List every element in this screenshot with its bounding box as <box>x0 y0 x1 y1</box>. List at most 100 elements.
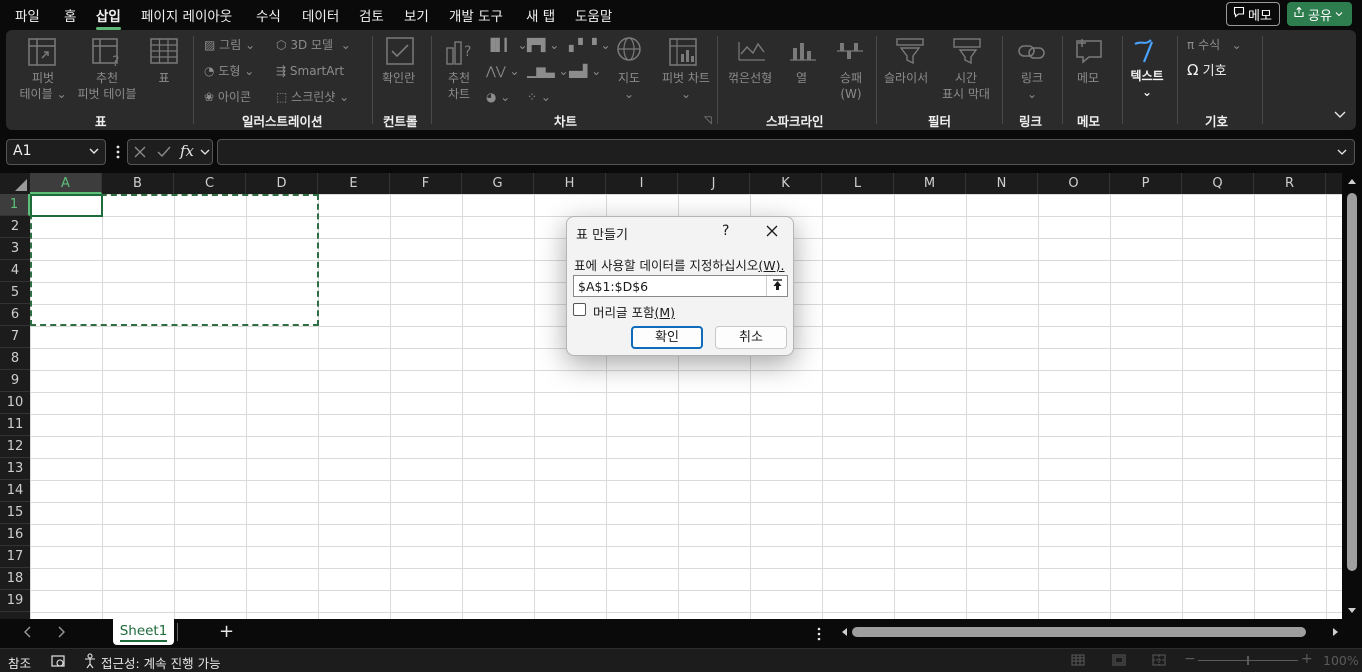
comments-button[interactable]: 메모 <box>1226 2 1280 26</box>
scroll-up-icon[interactable] <box>1347 177 1357 185</box>
column-header[interactable]: C <box>174 173 246 194</box>
column-header[interactable]: N <box>966 173 1038 194</box>
help-button[interactable]: ? <box>722 223 729 239</box>
menu-review[interactable]: 검토 <box>359 5 384 25</box>
vertical-scroll-thumb[interactable] <box>1347 193 1357 571</box>
row-header[interactable]: 2 <box>0 216 30 238</box>
page-layout-view-icon[interactable] <box>1112 654 1126 666</box>
column-header[interactable]: J <box>678 173 750 194</box>
checkbox-control-button[interactable]: 확인란 <box>382 70 415 86</box>
column-header[interactable]: K <box>750 173 822 194</box>
column-header[interactable]: P <box>1110 173 1182 194</box>
slicer-button[interactable]: 슬라이서 <box>884 70 928 86</box>
3d-models-button[interactable]: ⬡ 3D 모델 ⌄ <box>276 37 351 53</box>
hierarchy-chart-button[interactable]: ▛▜ ⌄ <box>527 37 559 53</box>
combo-chart-button[interactable]: ▄▟ ⌄ <box>569 63 601 79</box>
menu-developer[interactable]: 개발 도구 <box>449 5 503 25</box>
pivot-table-button[interactable]: 피벗 테이블 ⌄ <box>19 70 67 102</box>
collapse-ribbon-icon[interactable] <box>1333 110 1347 120</box>
column-header[interactable]: O <box>1038 173 1110 194</box>
sparkline-column-button[interactable]: 열 <box>796 70 807 86</box>
menu-data[interactable]: 데이터 <box>302 5 339 25</box>
column-header[interactable]: G <box>462 173 534 194</box>
horizontal-scroll-thumb[interactable] <box>852 627 1306 637</box>
accessibility-status[interactable]: 접근성: 계속 진행 가능 <box>101 653 221 672</box>
timeline-button[interactable]: 시간 표시 막대 <box>938 70 994 102</box>
row-header[interactable]: 6 <box>0 304 30 326</box>
column-header[interactable]: M <box>894 173 966 194</box>
chevron-left-icon[interactable] <box>23 626 33 638</box>
zoom-slider-thumb[interactable] <box>1247 656 1249 665</box>
select-all-corner[interactable] <box>0 173 30 194</box>
column-header[interactable]: E <box>318 173 390 194</box>
scroll-down-icon[interactable] <box>1347 607 1357 615</box>
menu-new-tab[interactable]: 새 탭 <box>526 5 555 25</box>
zoom-in-button[interactable]: + <box>1301 651 1313 667</box>
scroll-right-icon[interactable] <box>1332 627 1340 637</box>
icons-button[interactable]: ❀ 아이콘 <box>204 89 251 105</box>
page-break-view-icon[interactable] <box>1152 654 1166 666</box>
collapse-dialog-icon[interactable] <box>766 276 787 296</box>
menu-page-layout[interactable]: 페이지 레이아웃 <box>141 5 232 25</box>
scroll-left-icon[interactable] <box>840 627 848 637</box>
row-header[interactable]: 18 <box>0 568 30 590</box>
zoom-level[interactable]: 100% <box>1323 653 1359 668</box>
insert-function-icon[interactable]: fx <box>180 142 194 160</box>
pivot-chart-button[interactable]: 피벗 차트 ⌄ <box>654 70 718 102</box>
pie-chart-button[interactable]: ◕ ⌄ <box>486 89 510 105</box>
table-button[interactable]: 표 <box>154 70 174 86</box>
active-cell[interactable] <box>30 194 103 217</box>
picture-button[interactable]: ▨ 그림 ⌄ <box>204 37 255 53</box>
chevron-right-icon[interactable] <box>56 626 66 638</box>
row-header[interactable]: 15 <box>0 502 30 524</box>
screenshot-button[interactable]: ⬚ 스크린샷 ⌄ <box>276 89 349 105</box>
row-header[interactable]: 1 <box>0 194 30 216</box>
column-chart-button[interactable]: ▐▌▎ ⌄ <box>486 37 528 53</box>
charts-dialog-launcher[interactable]: ◹ <box>704 113 712 129</box>
menu-home[interactable]: 홈 <box>64 5 76 25</box>
macro-recording-icon[interactable] <box>51 654 67 668</box>
row-header[interactable]: 12 <box>0 436 30 458</box>
row-header[interactable]: 11 <box>0 414 30 436</box>
cancel-entry-icon[interactable] <box>133 145 147 159</box>
row-header[interactable]: 9 <box>0 370 30 392</box>
formula-input[interactable] <box>217 139 1355 165</box>
normal-view-icon[interactable] <box>1071 654 1085 666</box>
sheet-tab-sheet1[interactable]: Sheet1 <box>113 619 174 645</box>
expand-formula-bar-icon[interactable] <box>1336 146 1348 158</box>
horizontal-scrollbar[interactable] <box>838 624 1344 640</box>
sparkline-line-button[interactable]: 꺾은선형 <box>728 70 772 86</box>
maps-button[interactable]: 지도 ⌄ <box>616 70 642 102</box>
sparkline-winloss-button[interactable]: 승패 (W) <box>834 70 868 102</box>
recommended-charts-button[interactable]: 추천 차트 <box>444 70 474 102</box>
column-header[interactable]: Q <box>1182 173 1254 194</box>
row-header[interactable]: 3 <box>0 238 30 260</box>
ok-button[interactable]: 확인 <box>631 326 703 349</box>
row-header[interactable]: 4 <box>0 260 30 282</box>
close-icon[interactable] <box>764 221 780 239</box>
cancel-button[interactable]: 취소 <box>715 326 787 349</box>
shapes-button[interactable]: ◔ 도형 ⌄ <box>204 63 254 79</box>
text-button[interactable]: 텍스트 ⌄ <box>1127 68 1167 100</box>
headers-checkbox[interactable] <box>573 303 586 316</box>
column-header[interactable]: A <box>30 173 102 194</box>
share-button[interactable]: 공유 <box>1287 2 1352 26</box>
menu-help[interactable]: 도움말 <box>575 5 612 25</box>
menu-view[interactable]: 보기 <box>404 5 429 25</box>
column-header[interactable]: D <box>246 173 318 194</box>
menu-file[interactable]: 파일 <box>15 5 40 25</box>
column-header[interactable]: I <box>606 173 678 194</box>
column-header[interactable]: H <box>534 173 606 194</box>
tab-splitter-icon[interactable] <box>816 627 822 641</box>
row-header[interactable]: 7 <box>0 326 30 348</box>
confirm-entry-icon[interactable] <box>156 145 172 159</box>
more-options-icon[interactable] <box>115 144 121 160</box>
row-header[interactable]: 17 <box>0 546 30 568</box>
column-header[interactable]: F <box>390 173 462 194</box>
column-header[interactable]: L <box>822 173 894 194</box>
scatter-chart-button[interactable]: ⁘ ⌄ <box>527 89 551 105</box>
menu-insert[interactable]: 삽입 <box>96 5 121 30</box>
vertical-scrollbar[interactable] <box>1342 173 1362 619</box>
row-header[interactable]: 16 <box>0 524 30 546</box>
symbol-button[interactable]: Ω 기호 <box>1187 62 1227 80</box>
